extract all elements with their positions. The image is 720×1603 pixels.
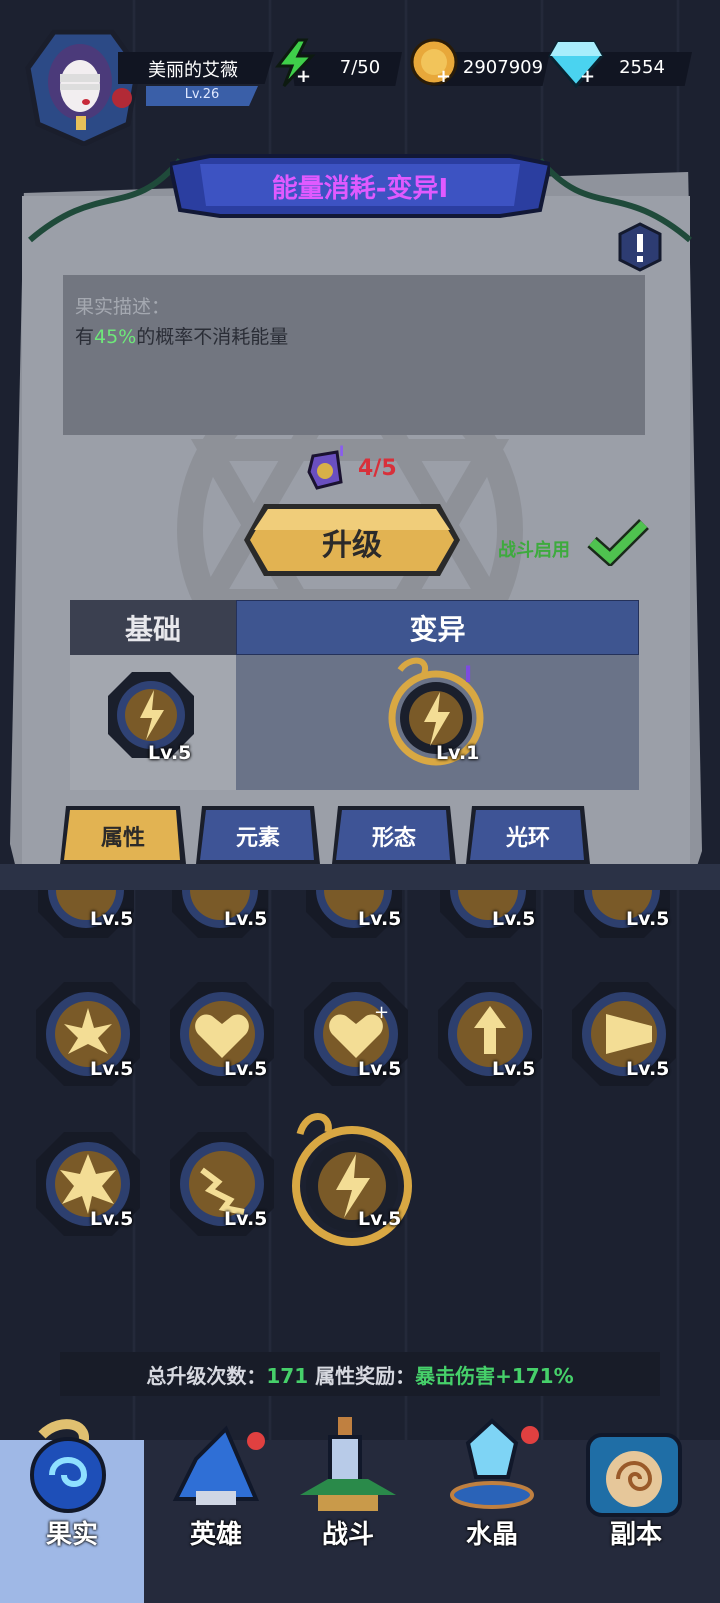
desc-highlight: 45% — [94, 326, 137, 348]
sword-book-icon — [300, 1417, 396, 1511]
fruit-grid-row-1: Lv.5 Lv.5 Lv.5 Lv.5 Lv.5 — [0, 890, 720, 950]
upgrade-summary: 总升级次数：171 属性奖励：暴击伤害+171% — [60, 1360, 660, 1389]
mutation-fruit-level: Lv.1 — [436, 742, 480, 764]
base-fruit-level: Lv.5 — [148, 742, 192, 764]
nav-battle-label[interactable]: 战斗 — [276, 1514, 420, 1551]
svg-text:I: I — [339, 444, 344, 460]
nav-dungeon[interactable] — [564, 1415, 708, 1603]
attribute-bonus-value: 暴击伤害+171% — [415, 1364, 574, 1388]
description-label: 果实描述： — [75, 296, 171, 318]
fruit-nav-icon — [30, 1419, 106, 1513]
fruit-slot-level: Lv.5 — [90, 1208, 134, 1230]
portal-icon — [586, 1433, 682, 1517]
nav-fruit-label[interactable]: 果实 — [0, 1514, 144, 1551]
info-alert-icon[interactable] — [616, 222, 664, 272]
fragment-count: 4/5 — [358, 456, 397, 481]
nav-fruit[interactable] — [0, 1415, 144, 1603]
total-upgrades-label: 总升级次数： — [146, 1364, 267, 1388]
fruit-slot-level: Lv.5 — [90, 908, 134, 930]
desc-suffix: 的概率不消耗能量 — [136, 326, 289, 348]
nav-dungeon-label[interactable]: 副本 — [564, 1514, 708, 1551]
diamond-value: 2554 — [619, 57, 665, 78]
energy-value: 7/50 — [339, 57, 381, 78]
battle-enable-label: 战斗启用 — [498, 540, 570, 561]
top-bar: 美丽的艾薇 Lv.26 + 7/50 + 2907909 + 2554 — [0, 0, 720, 146]
fruit-slot-level: Lv.5 — [358, 1208, 402, 1230]
tab-elements-label[interactable]: 元素 — [194, 820, 322, 852]
base-header-label: 基础 — [124, 613, 181, 646]
energy-plus-icon[interactable]: + — [296, 66, 311, 87]
battle-enable-checkbox-icon[interactable] — [586, 516, 650, 566]
fruit-slot-level: Lv.5 — [626, 1058, 670, 1080]
tab-forms-label[interactable]: 形态 — [330, 820, 458, 852]
fruit-title: 能量消耗-变异I — [271, 174, 449, 204]
upgrade-button-label[interactable]: 升级 — [240, 520, 464, 564]
nav-battle[interactable] — [276, 1415, 420, 1603]
desc-prefix: 有 — [75, 326, 95, 348]
tabs-divider — [0, 864, 720, 890]
player-name: 美丽的艾薇 — [148, 60, 238, 81]
fruit-slot-level: Lv.5 — [224, 908, 268, 930]
diamond-icon[interactable] — [548, 38, 604, 88]
nav-heroes-label[interactable]: 英雄 — [144, 1514, 288, 1551]
crystal-icon — [450, 1418, 539, 1509]
fruit-slot-level: Lv.5 — [626, 908, 670, 930]
tab-auras-label[interactable]: 光环 — [464, 820, 592, 852]
fruit-slot-level: Lv.5 — [492, 908, 536, 930]
svg-text:I: I — [464, 663, 472, 688]
diamond-plus-icon[interactable]: + — [580, 66, 595, 87]
attribute-bonus-label: 属性奖励： — [315, 1364, 416, 1388]
description-text: 有45%的概率不消耗能量 — [75, 322, 288, 349]
fruit-slot-level: Lv.5 — [492, 1058, 536, 1080]
fruit-slot-level: Lv.5 — [358, 908, 402, 930]
tab-attributes-label[interactable]: 属性 — [58, 820, 188, 852]
svg-text:+: + — [374, 1002, 389, 1023]
wizard-hat-icon — [172, 1425, 265, 1505]
gold-plus-icon[interactable]: + — [436, 66, 451, 87]
player-level: Lv.26 — [184, 87, 220, 102]
player-avatar[interactable] — [24, 28, 142, 146]
total-upgrades-value: 171 — [266, 1364, 309, 1388]
energy-icon[interactable] — [270, 38, 320, 88]
fruit-slot-level: Lv.5 — [358, 1058, 402, 1080]
nav-crystal[interactable] — [420, 1415, 564, 1603]
nav-crystal-label[interactable]: 水晶 — [420, 1514, 564, 1551]
fruit-slot-level: Lv.5 — [224, 1058, 268, 1080]
nav-heroes[interactable] — [144, 1415, 288, 1603]
mutation-header-label: 变异 — [409, 613, 466, 646]
gold-coin-icon[interactable] — [408, 36, 460, 88]
gold-value: 2907909 — [462, 57, 544, 78]
mutation-fragment-icon: I — [307, 444, 344, 490]
fruit-slot-level: Lv.5 — [224, 1208, 268, 1230]
fruit-slot-level: Lv.5 — [90, 1058, 134, 1080]
